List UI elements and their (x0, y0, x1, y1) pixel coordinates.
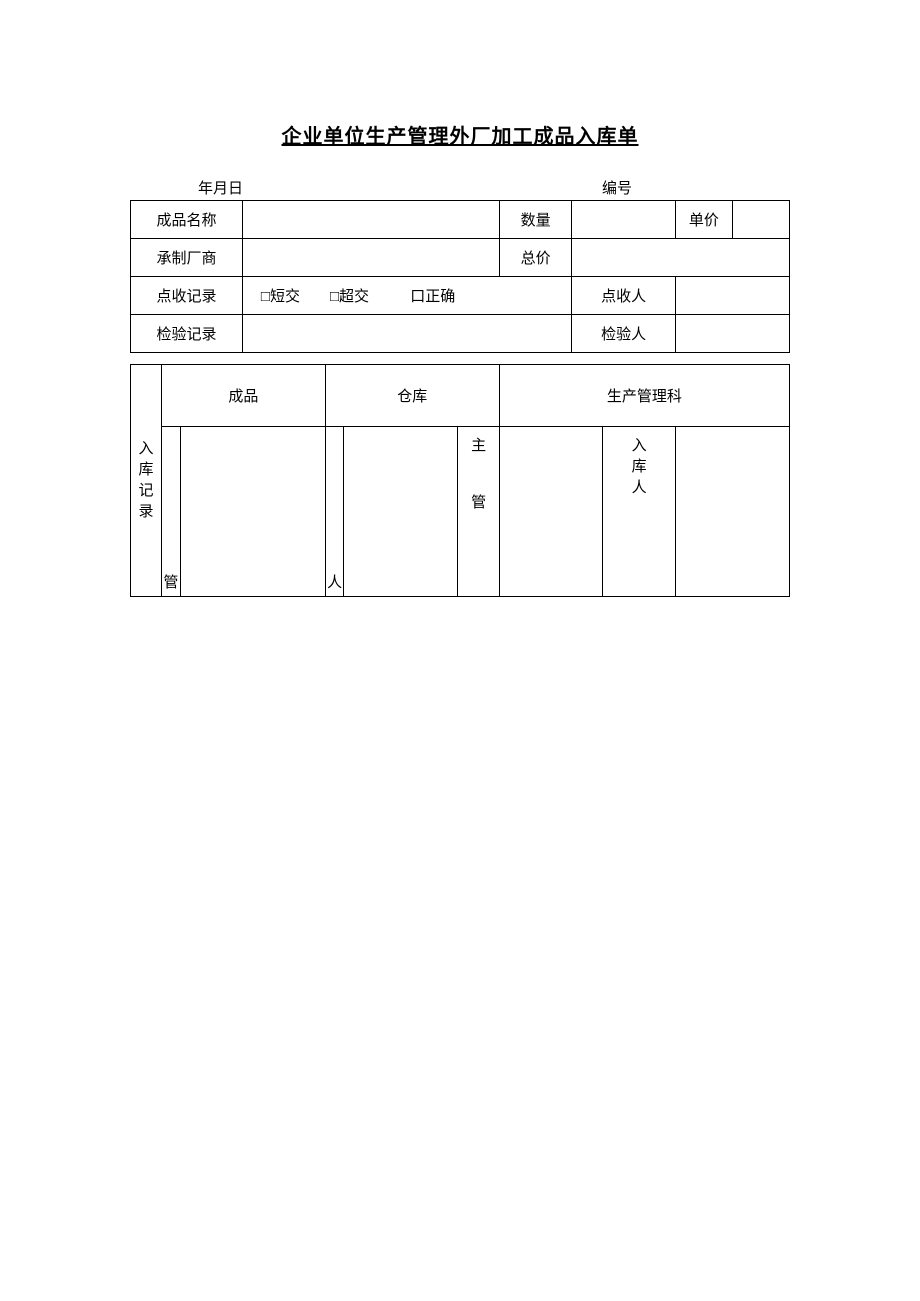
col-dept: 生产管理科 (499, 365, 789, 427)
col-product: 成品 (162, 365, 326, 427)
inspector-value[interactable] (675, 315, 789, 353)
product-name-label: 成品名称 (131, 201, 243, 239)
row-inspect: 检验记录 检验人 (131, 315, 790, 353)
inspect-record-label: 检验记录 (131, 315, 243, 353)
total-label: 总价 (499, 239, 572, 277)
sub-ren-value[interactable] (344, 427, 458, 597)
sub-guan-value[interactable] (180, 427, 325, 597)
qty-label: 数量 (499, 201, 572, 239)
vendor-value[interactable] (242, 239, 499, 277)
cb-over[interactable]: □超交 (330, 289, 369, 305)
product-name-value[interactable] (242, 201, 499, 239)
qty-value[interactable] (572, 201, 676, 239)
cb-correct[interactable]: 口正确 (410, 289, 455, 305)
inspector-label: 检验人 (572, 315, 676, 353)
page-title: 企业单位生产管理外厂加工成品入库单 (130, 120, 790, 149)
gap-row (131, 353, 790, 365)
receipt-record-label: 点收记录 (131, 277, 243, 315)
form-table-upper: 成品名称 数量 单价 承制厂商 总价 点收记录 □短交 □超交 口正确 点收 (130, 200, 790, 597)
serial-label: 编号 (582, 177, 782, 198)
sub-zhuguan-label: 主 管 (458, 427, 499, 597)
row-section-body: 管 人 主 管 入 库 人 (131, 427, 790, 597)
row-vendor: 承制厂商 总价 (131, 239, 790, 277)
total-value[interactable] (572, 239, 790, 277)
row-section-head: 入库记录 成品 仓库 生产管理科 (131, 365, 790, 427)
vendor-label: 承制厂商 (131, 239, 243, 277)
cb-short[interactable]: □短交 (261, 289, 300, 305)
sub-ren-label: 人 (325, 427, 344, 597)
storage-record-label: 入库记录 (131, 365, 162, 597)
receiver-value[interactable] (675, 277, 789, 315)
unit-price-value[interactable] (732, 201, 789, 239)
sub-rukuren-label: 入 库 人 (603, 427, 676, 597)
sub-guan-label: 管 (162, 427, 181, 597)
row-receipt: 点收记录 □短交 □超交 口正确 点收人 (131, 277, 790, 315)
receiver-label: 点收人 (572, 277, 676, 315)
inspect-record-value[interactable] (242, 315, 571, 353)
unit-price-label: 单价 (675, 201, 732, 239)
col-warehouse: 仓库 (325, 365, 499, 427)
receipt-checks[interactable]: □短交 □超交 口正确 (242, 277, 571, 315)
row-product: 成品名称 数量 单价 (131, 201, 790, 239)
sub-zhuguan-value[interactable] (499, 427, 603, 597)
date-label: 年月日 (138, 177, 582, 198)
meta-row: 年月日 编号 (130, 177, 790, 198)
sub-rukuren-value[interactable] (675, 427, 789, 597)
